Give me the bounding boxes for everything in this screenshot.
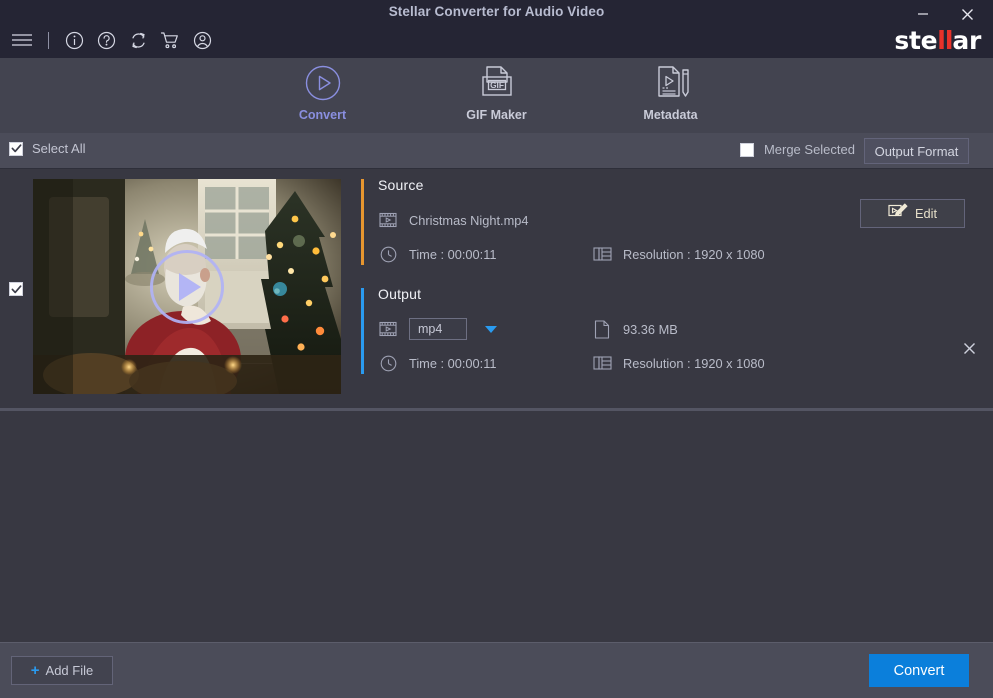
logo-accent: ll xyxy=(937,26,952,55)
clock-icon xyxy=(378,353,398,373)
edit-button-label: Edit xyxy=(915,206,937,221)
list-separator xyxy=(0,408,993,411)
remove-file-button[interactable] xyxy=(958,337,980,359)
merge-selected-label: Merge Selected xyxy=(764,142,855,157)
app-window: Stellar Converter for Audio Video xyxy=(0,0,993,698)
minimize-button[interactable] xyxy=(901,0,945,28)
output-format-select[interactable]: mp4 xyxy=(409,318,467,340)
select-all-control[interactable]: Select All xyxy=(9,141,85,156)
output-resolution-field: Resolution : 1920 x 1080 xyxy=(592,353,852,373)
metadata-file-icon xyxy=(651,64,691,102)
add-file-button[interactable]: + Add File xyxy=(11,656,113,685)
output-format-row: mp4 93.36 MB xyxy=(378,314,961,344)
source-file-field: Christmas Night.mp4 xyxy=(378,210,528,230)
cart-icon[interactable] xyxy=(154,26,186,54)
file-icon xyxy=(592,319,612,339)
logo-suffix: ar xyxy=(952,26,981,55)
account-icon[interactable] xyxy=(186,26,218,54)
tab-gif-maker-label: GIF Maker xyxy=(466,108,526,122)
merge-selected-checkbox[interactable] xyxy=(740,143,754,157)
toolbar-divider xyxy=(38,26,58,54)
output-size-value: 93.36 MB xyxy=(623,322,678,337)
film-icon xyxy=(378,210,398,230)
plus-icon: + xyxy=(31,663,40,678)
source-meta-row: Time : 00:00:11 xyxy=(378,239,961,269)
convert-button[interactable]: Convert xyxy=(869,654,969,687)
film-icon xyxy=(378,319,398,339)
tab-gif-maker[interactable]: GIF GIF Maker xyxy=(441,62,553,130)
source-resolution-value: Resolution : 1920 x 1080 xyxy=(623,247,765,262)
output-format-field[interactable]: mp4 xyxy=(378,318,592,340)
chevron-down-icon[interactable] xyxy=(485,326,497,333)
window-title: Stellar Converter for Audio Video xyxy=(0,4,993,19)
output-time-field: Time : 00:00:11 xyxy=(378,353,592,373)
select-all-checkbox[interactable] xyxy=(9,142,23,156)
edit-icon xyxy=(888,203,908,225)
select-all-label: Select All xyxy=(32,141,85,156)
bottom-bar: + Add File Convert xyxy=(0,642,993,698)
info-icon[interactable] xyxy=(58,26,90,54)
select-bar: Select All Merge Selected Output Format xyxy=(0,133,993,169)
svg-text:GIF: GIF xyxy=(490,80,504,90)
video-thumbnail[interactable] xyxy=(33,179,341,394)
tab-metadata-label: Metadata xyxy=(643,108,697,122)
thumbnail-image xyxy=(33,179,341,394)
title-bar: Stellar Converter for Audio Video xyxy=(0,0,993,58)
source-accent-bar xyxy=(361,179,364,265)
file-row-checkbox[interactable] xyxy=(9,282,23,296)
file-row: Source xyxy=(0,169,993,408)
output-heading: Output xyxy=(378,286,961,302)
output-time-value: Time : 00:00:11 xyxy=(409,356,497,371)
source-time-field: Time : 00:00:11 xyxy=(378,244,592,264)
play-circle-icon xyxy=(304,64,342,102)
source-time-value: Time : 00:00:11 xyxy=(409,247,497,262)
resolution-icon xyxy=(592,353,612,373)
file-list: Source xyxy=(0,169,993,409)
merge-selected-control[interactable]: Merge Selected xyxy=(740,142,855,157)
source-file-name: Christmas Night.mp4 xyxy=(409,213,528,228)
update-icon[interactable] xyxy=(122,26,154,54)
output-resolution-value: Resolution : 1920 x 1080 xyxy=(623,356,765,371)
edit-button[interactable]: Edit xyxy=(860,199,965,228)
clock-icon xyxy=(378,244,398,264)
output-accent-bar xyxy=(361,288,364,374)
add-file-label: Add File xyxy=(46,663,94,678)
stellar-logo: stellar xyxy=(894,28,981,53)
logo-prefix: ste xyxy=(894,26,937,55)
source-resolution-field: Resolution : 1920 x 1080 xyxy=(592,244,852,264)
resolution-icon xyxy=(592,244,612,264)
output-section: Output xyxy=(361,286,961,378)
app-toolbar-icons xyxy=(6,26,218,54)
tab-convert-label: Convert xyxy=(299,108,346,122)
tab-metadata[interactable]: Metadata xyxy=(615,62,727,130)
mode-toolbar: Convert GIF GIF Maker xyxy=(0,58,993,133)
output-meta-row: Time : 00:00:11 xyxy=(378,348,961,378)
menu-icon[interactable] xyxy=(6,26,38,54)
source-heading: Source xyxy=(378,177,961,193)
output-format-button[interactable]: Output Format xyxy=(864,138,969,164)
gif-file-icon: GIF xyxy=(477,64,517,102)
tab-convert[interactable]: Convert xyxy=(267,62,379,130)
help-icon[interactable] xyxy=(90,26,122,54)
close-button[interactable] xyxy=(945,0,989,28)
output-size-field: 93.36 MB xyxy=(592,319,852,339)
